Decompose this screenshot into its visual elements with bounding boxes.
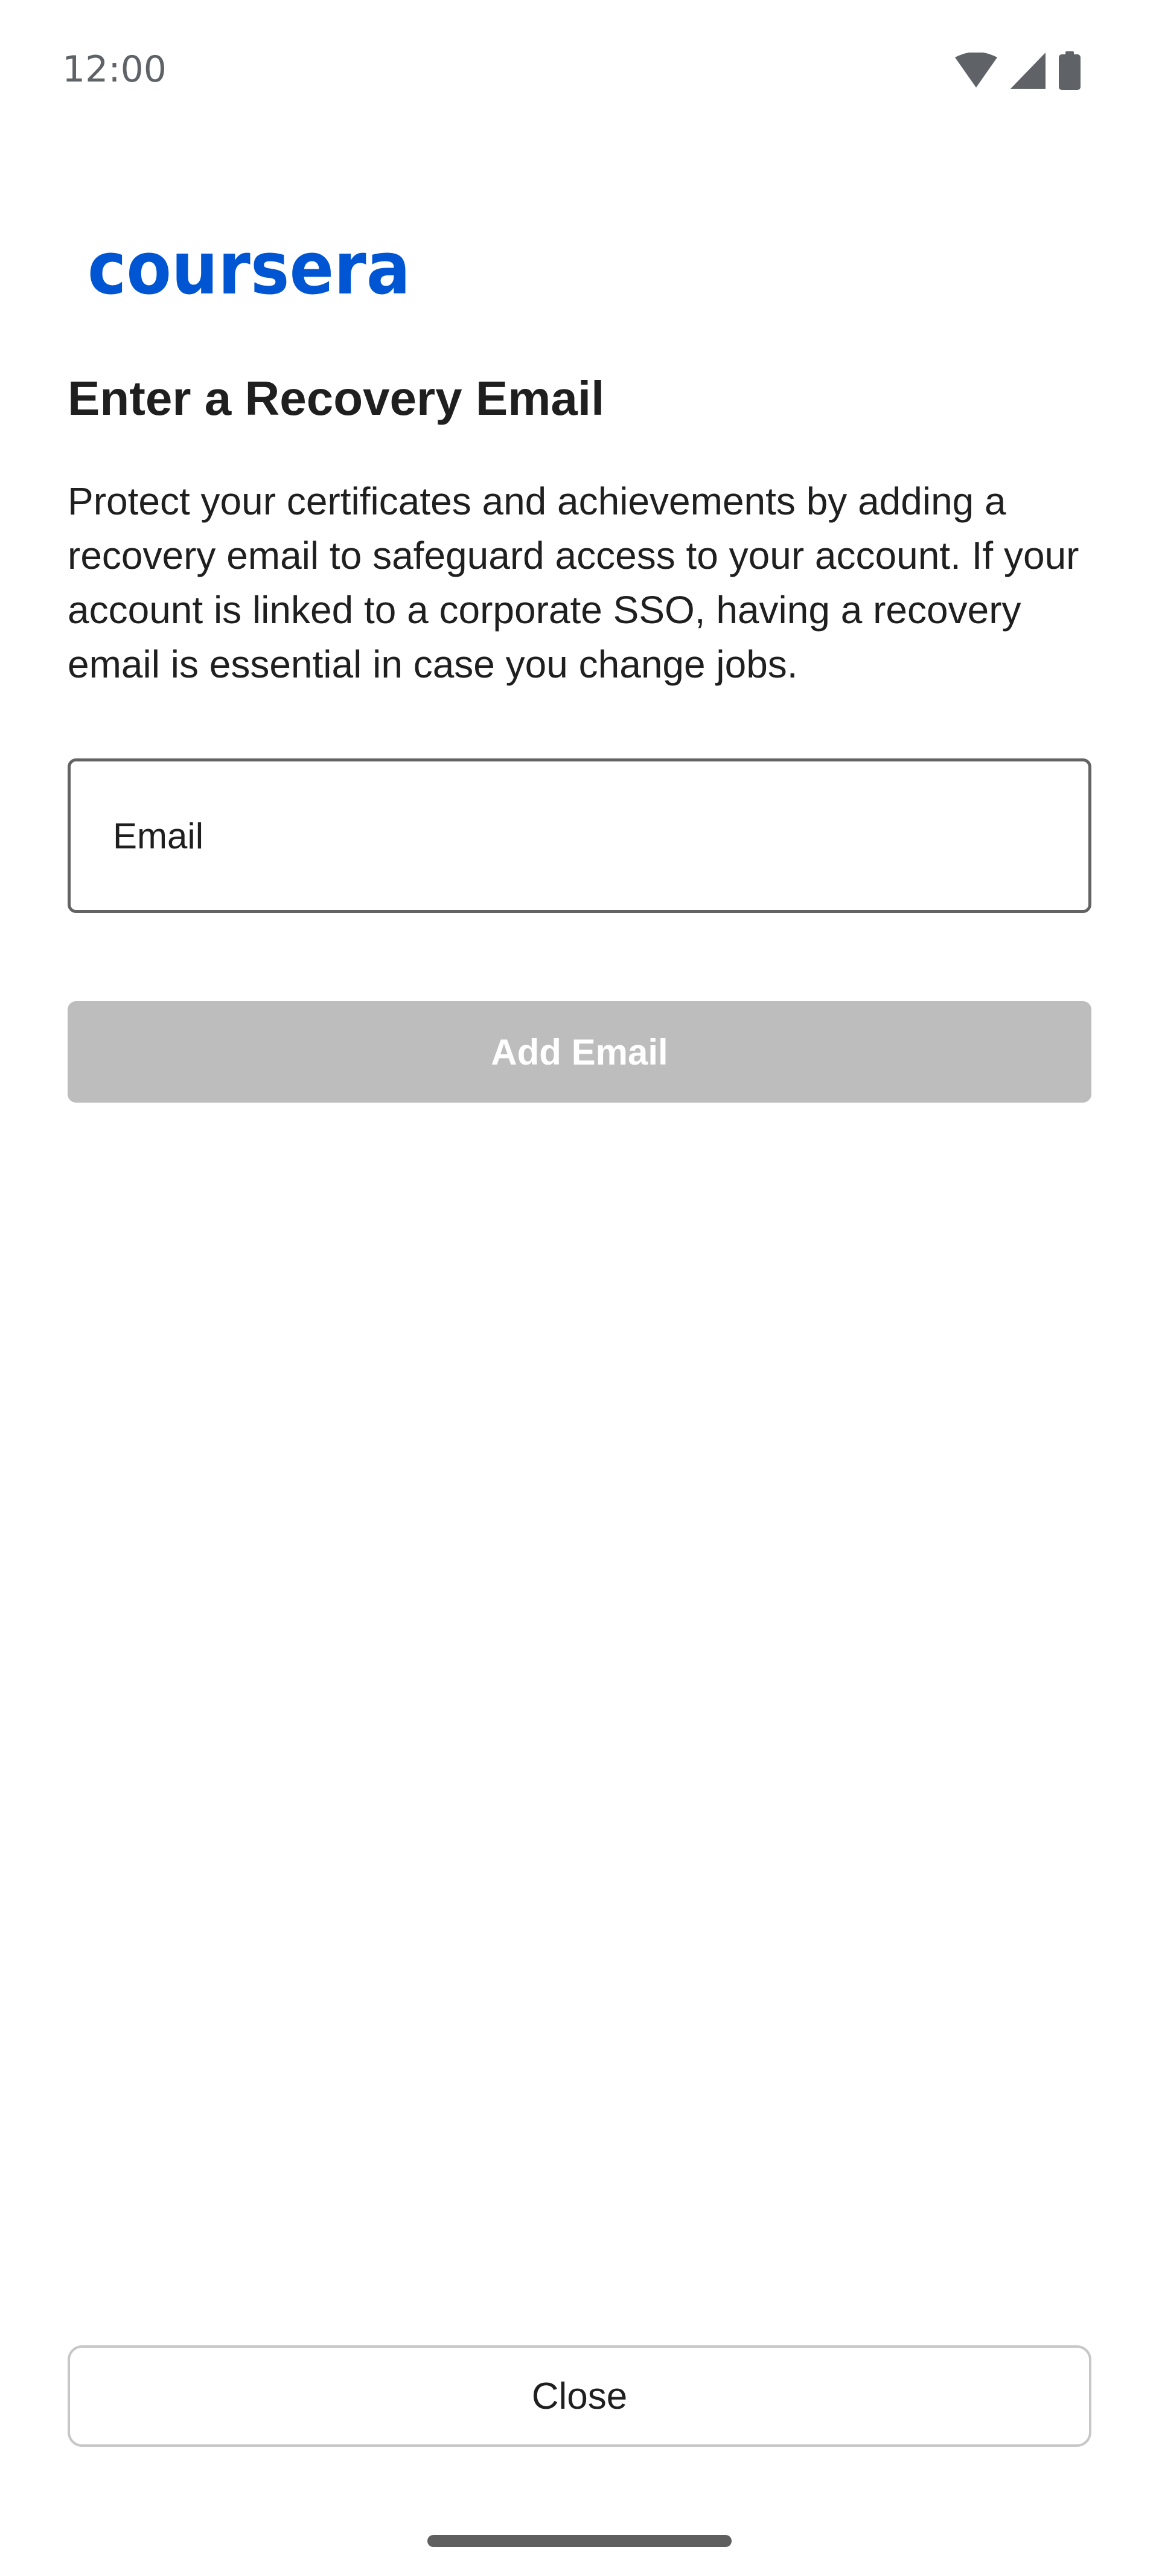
email-input[interactable]	[71, 761, 1088, 910]
page-title: Enter a Recovery Email	[68, 371, 605, 425]
add-email-button[interactable]: Add Email	[68, 1001, 1091, 1103]
wifi-icon	[955, 53, 997, 88]
home-indicator[interactable]	[427, 2535, 732, 2547]
status-icons	[955, 51, 1081, 90]
signal-icon	[1011, 53, 1046, 89]
close-button[interactable]: Close	[68, 2345, 1091, 2447]
battery-icon	[1059, 51, 1081, 90]
add-email-button-label: Add Email	[491, 1031, 668, 1072]
status-bar: 12:00	[0, 0, 1159, 139]
status-time: 12:00	[62, 48, 167, 91]
logo-text: coursera	[88, 235, 410, 308]
email-field[interactable]	[68, 758, 1091, 913]
coursera-logo: coursera	[88, 235, 410, 308]
page-description: Protect your certificates and achievemen…	[68, 479, 1079, 686]
close-button-label: Close	[531, 2375, 628, 2417]
